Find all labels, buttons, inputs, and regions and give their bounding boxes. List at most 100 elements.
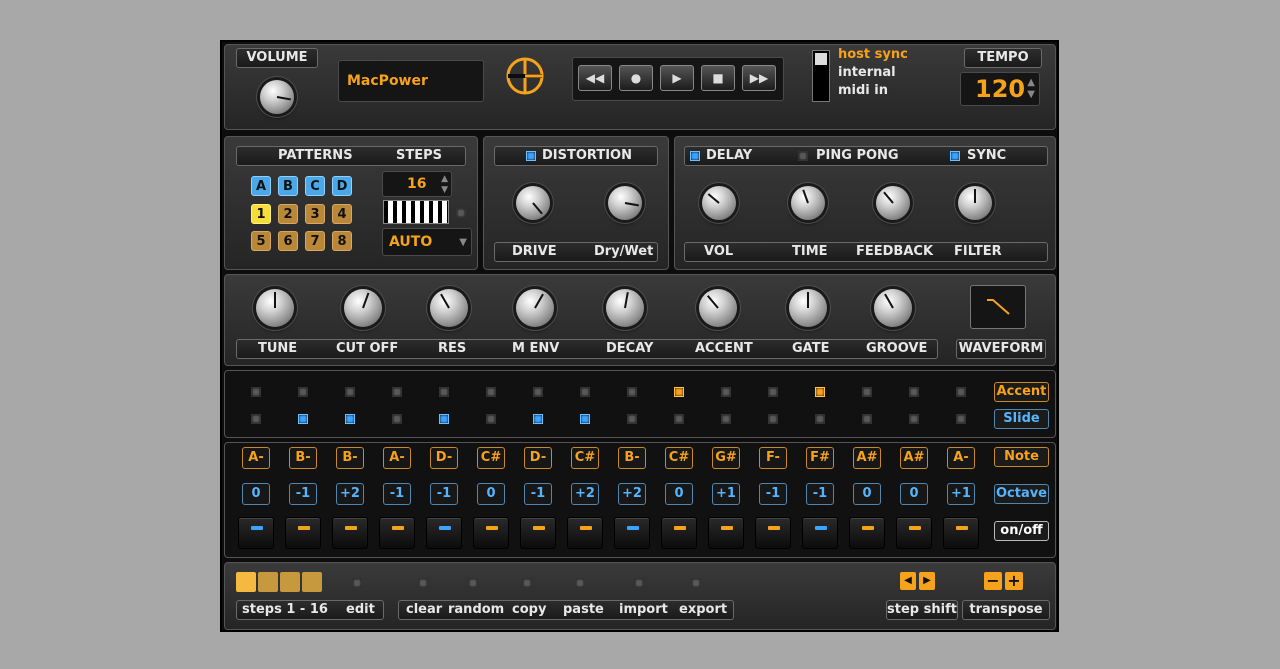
transpose-up-icon[interactable]: + xyxy=(1005,572,1023,590)
shift-right-icon[interactable]: ▶ xyxy=(919,572,935,590)
delay-filter-knob[interactable] xyxy=(958,186,992,220)
delay-vol-knob[interactable] xyxy=(702,186,736,220)
accent-step-1[interactable] xyxy=(251,387,261,397)
accent-step-7[interactable] xyxy=(533,387,543,397)
octave-step-6[interactable]: 0 xyxy=(477,483,505,505)
slide-step-16[interactable] xyxy=(956,414,966,424)
accent-step-13[interactable] xyxy=(815,387,825,397)
onoff-step-5[interactable] xyxy=(426,517,462,549)
note-step-4[interactable]: A- xyxy=(383,447,411,469)
octave-row-button[interactable]: Octave xyxy=(994,484,1049,504)
slide-step-8[interactable] xyxy=(580,414,590,424)
slide-step-12[interactable] xyxy=(768,414,778,424)
menv-knob[interactable] xyxy=(516,289,554,327)
pattern-b-button[interactable]: B xyxy=(278,176,298,196)
pattern-3-button[interactable]: 3 xyxy=(305,204,325,224)
octave-step-14[interactable]: 0 xyxy=(853,483,881,505)
octave-step-16[interactable]: +1 xyxy=(947,483,975,505)
slide-step-14[interactable] xyxy=(862,414,872,424)
note-step-16[interactable]: A- xyxy=(947,447,975,469)
export-button[interactable]: export xyxy=(679,602,727,617)
note-step-8[interactable]: C# xyxy=(571,447,599,469)
note-step-13[interactable]: F# xyxy=(806,447,834,469)
import-led[interactable] xyxy=(634,578,644,588)
accent-step-11[interactable] xyxy=(721,387,731,397)
pattern-6-button[interactable]: 6 xyxy=(278,231,298,251)
accent-knob[interactable] xyxy=(699,289,737,327)
delay-feedback-knob[interactable] xyxy=(876,186,910,220)
decay-knob[interactable] xyxy=(606,289,644,327)
import-button[interactable]: import xyxy=(619,602,668,617)
slide-step-9[interactable] xyxy=(627,414,637,424)
note-step-12[interactable]: F- xyxy=(759,447,787,469)
note-step-10[interactable]: C# xyxy=(665,447,693,469)
onoff-step-15[interactable] xyxy=(896,517,932,549)
octave-step-9[interactable]: +2 xyxy=(618,483,646,505)
delay-time-knob[interactable] xyxy=(791,186,825,220)
sync-host[interactable]: host sync xyxy=(838,47,908,62)
keyboard-icon[interactable] xyxy=(383,200,449,224)
accent-step-10[interactable] xyxy=(674,387,684,397)
pattern-2-button[interactable]: 2 xyxy=(278,204,298,224)
onoff-step-6[interactable] xyxy=(473,517,509,549)
step-page-indicator[interactable] xyxy=(236,572,324,594)
onoff-step-1[interactable] xyxy=(238,517,274,549)
pattern-a-button[interactable]: A xyxy=(251,176,271,196)
sync-toggle[interactable] xyxy=(950,151,960,161)
accent-step-8[interactable] xyxy=(580,387,590,397)
octave-step-8[interactable]: +2 xyxy=(571,483,599,505)
onoff-step-9[interactable] xyxy=(614,517,650,549)
distortion-toggle[interactable] xyxy=(526,151,536,161)
onoff-step-10[interactable] xyxy=(661,517,697,549)
groove-knob[interactable] xyxy=(874,289,912,327)
note-step-3[interactable]: B- xyxy=(336,447,364,469)
tune-knob[interactable] xyxy=(256,289,294,327)
cutoff-knob[interactable] xyxy=(344,289,382,327)
slide-row-button[interactable]: Slide xyxy=(994,409,1049,429)
pattern-5-button[interactable]: 5 xyxy=(251,231,271,251)
edit-led[interactable] xyxy=(352,578,362,588)
export-led[interactable] xyxy=(691,578,701,588)
shift-left-icon[interactable]: ◀ xyxy=(900,572,916,590)
paste-led[interactable] xyxy=(575,578,585,588)
delay-toggle[interactable] xyxy=(690,151,700,161)
accent-step-12[interactable] xyxy=(768,387,778,397)
accent-row-button[interactable]: Accent xyxy=(994,382,1049,402)
note-step-15[interactable]: A# xyxy=(900,447,928,469)
random-button[interactable]: random xyxy=(448,602,504,617)
onoff-step-12[interactable] xyxy=(755,517,791,549)
accent-step-5[interactable] xyxy=(439,387,449,397)
accent-step-2[interactable] xyxy=(298,387,308,397)
steps-display[interactable]: 16 ▲ ▼ xyxy=(382,171,452,197)
play-button[interactable]: ▶ xyxy=(660,65,694,91)
pattern-4-button[interactable]: 4 xyxy=(332,204,352,224)
copy-led[interactable] xyxy=(522,578,532,588)
accent-step-16[interactable] xyxy=(956,387,966,397)
onoff-step-14[interactable] xyxy=(849,517,885,549)
onoff-step-2[interactable] xyxy=(285,517,321,549)
onoff-step-4[interactable] xyxy=(379,517,415,549)
pattern-7-button[interactable]: 7 xyxy=(305,231,325,251)
onoff-step-3[interactable] xyxy=(332,517,368,549)
edit-button[interactable]: edit xyxy=(346,602,375,617)
accent-step-14[interactable] xyxy=(862,387,872,397)
octave-step-3[interactable]: +2 xyxy=(336,483,364,505)
slide-step-11[interactable] xyxy=(721,414,731,424)
pattern-c-button[interactable]: C xyxy=(305,176,325,196)
sync-switch[interactable] xyxy=(812,50,830,102)
volume-knob[interactable] xyxy=(260,80,294,114)
sync-midi[interactable]: midi in xyxy=(838,83,888,98)
pattern-d-button[interactable]: D xyxy=(332,176,352,196)
random-led[interactable] xyxy=(468,578,478,588)
drywet-knob[interactable] xyxy=(608,186,642,220)
transpose-down-icon[interactable]: − xyxy=(984,572,1002,590)
res-knob[interactable] xyxy=(430,289,468,327)
octave-step-4[interactable]: -1 xyxy=(383,483,411,505)
record-button[interactable]: ● xyxy=(619,65,653,91)
stop-button[interactable]: ■ xyxy=(701,65,735,91)
onoff-step-11[interactable] xyxy=(708,517,744,549)
pattern-8-button[interactable]: 8 xyxy=(332,231,352,251)
note-step-9[interactable]: B- xyxy=(618,447,646,469)
accent-step-4[interactable] xyxy=(392,387,402,397)
onoff-step-7[interactable] xyxy=(520,517,556,549)
